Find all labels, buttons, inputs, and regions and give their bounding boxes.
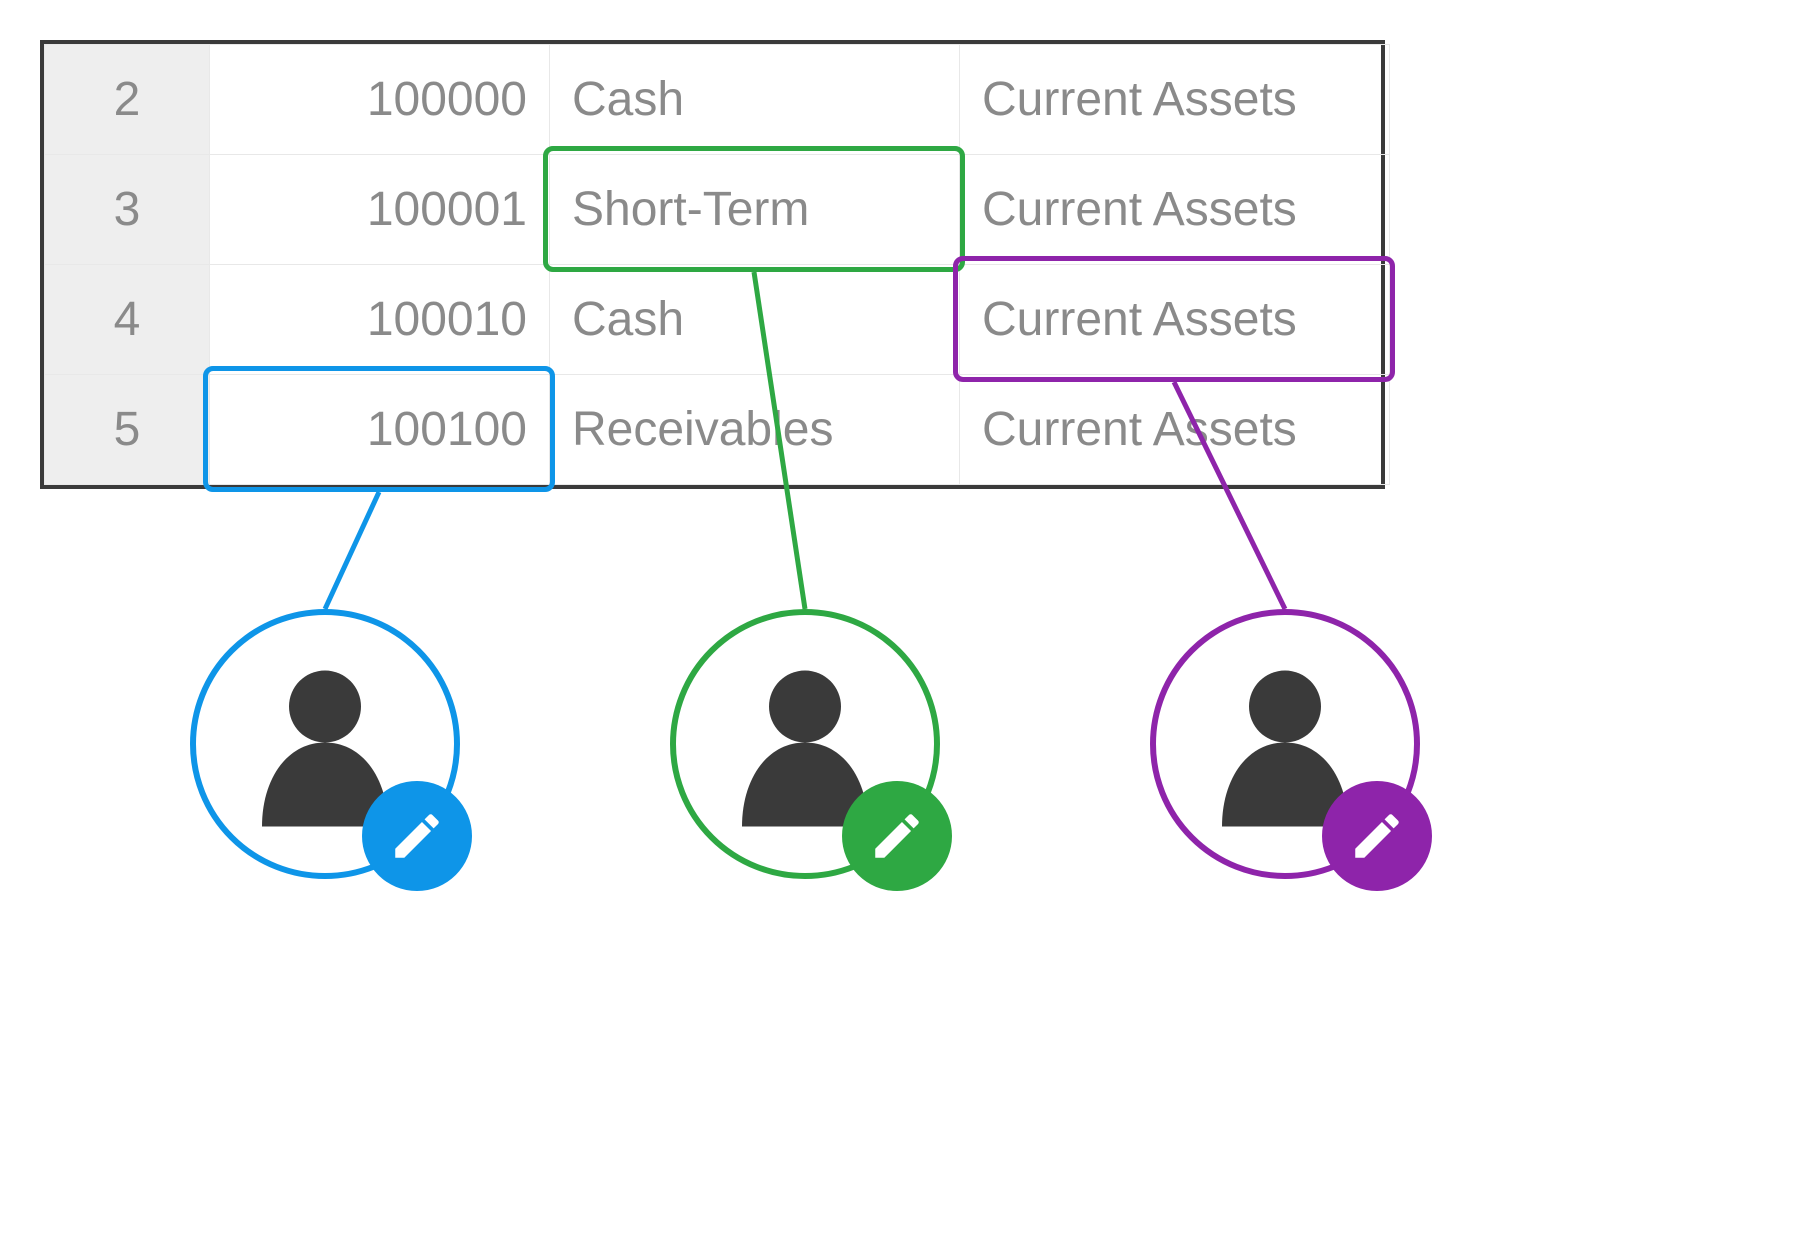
row-number: 4 — [45, 265, 210, 375]
table-row: 2 100000 Cash Current Assets — [45, 45, 1390, 155]
cell-category[interactable]: Current Assets — [960, 45, 1390, 155]
edit-badge-blue[interactable] — [362, 781, 472, 891]
pencil-icon — [868, 807, 926, 865]
cell-name[interactable]: Receivables — [550, 375, 960, 485]
row-number: 3 — [45, 155, 210, 265]
cell-category[interactable]: Current Assets — [960, 155, 1390, 265]
pencil-icon — [1348, 807, 1406, 865]
edit-badge-green[interactable] — [842, 781, 952, 891]
cell-name[interactable]: Short-Term — [550, 155, 960, 265]
cell-category[interactable]: Current Assets — [960, 375, 1390, 485]
avatar-row — [40, 609, 1770, 879]
connector-blue — [325, 492, 379, 609]
row-number: 2 — [45, 45, 210, 155]
edit-badge-purple[interactable] — [1322, 781, 1432, 891]
avatar-purple — [1150, 609, 1420, 879]
cell-name[interactable]: Cash — [550, 45, 960, 155]
table-row: 4 100010 Cash Current Assets — [45, 265, 1390, 375]
cell-code[interactable]: 100100 — [210, 375, 550, 485]
cell-code[interactable]: 100001 — [210, 155, 550, 265]
spreadsheet-table: 2 100000 Cash Current Assets 3 100001 Sh… — [40, 40, 1385, 489]
pencil-icon — [388, 807, 446, 865]
cell-code[interactable]: 100000 — [210, 45, 550, 155]
avatar-green — [670, 609, 940, 879]
table-row: 5 100100 Receivables Current Assets — [45, 375, 1390, 485]
table-row: 3 100001 Short-Term Current Assets — [45, 155, 1390, 265]
row-number: 5 — [45, 375, 210, 485]
cell-name[interactable]: Cash — [550, 265, 960, 375]
cell-category[interactable]: Current Assets — [960, 265, 1390, 375]
avatar-blue — [190, 609, 460, 879]
cell-code[interactable]: 100010 — [210, 265, 550, 375]
